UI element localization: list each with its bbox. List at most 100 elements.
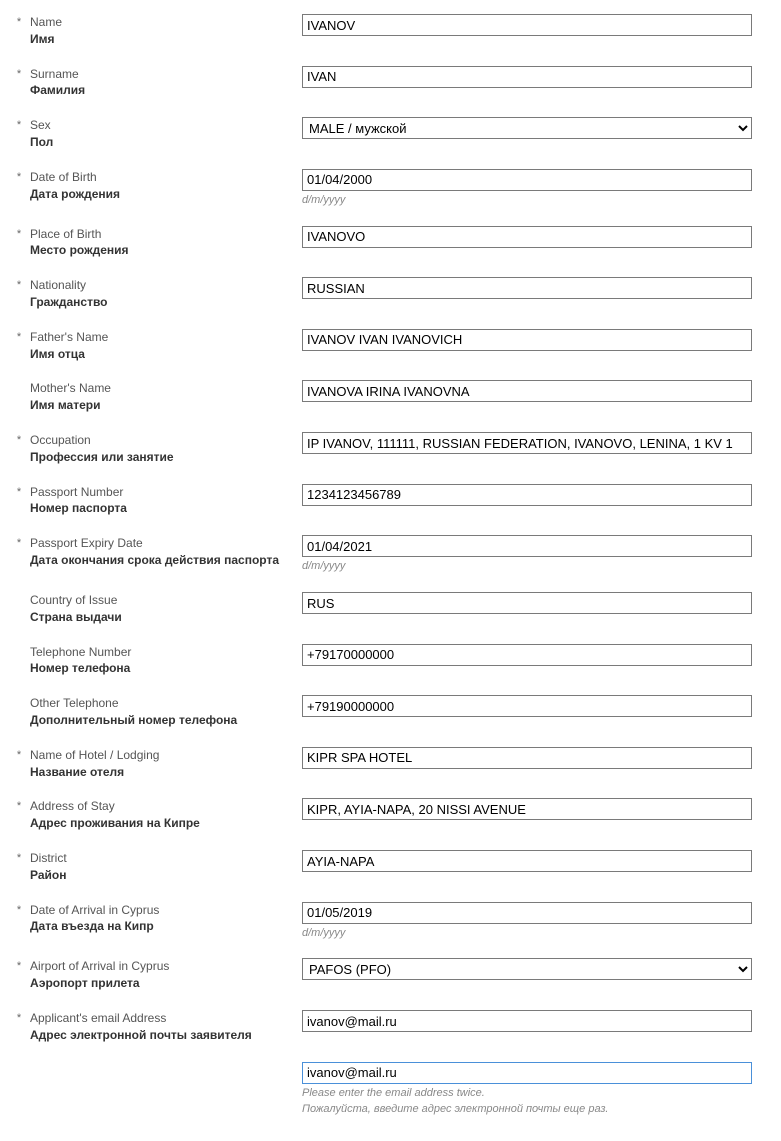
label-en: Applicant's email Address	[30, 1010, 294, 1027]
field-row-email: * Applicant's email AddressАдрес электрон…	[12, 1006, 769, 1058]
label-en: Nationality	[30, 277, 294, 294]
required-star: *	[17, 537, 21, 549]
label-en: Telephone Number	[30, 644, 294, 661]
field-row-airport: * Airport of Arrival in CyprusАэропорт пр…	[12, 954, 769, 1006]
label-en: Date of Arrival in Cyprus	[30, 902, 294, 919]
required-star: *	[17, 279, 21, 291]
field-row-telephone: Telephone NumberНомер телефона	[12, 640, 769, 692]
field-row-country_issue: Country of IssueСтрана выдачи	[12, 588, 769, 640]
hotel-input[interactable]	[302, 747, 752, 769]
hint-text: d/m/yyyy	[302, 926, 765, 941]
label-ru: Номер паспорта	[30, 500, 294, 517]
label-ru: Имя	[30, 31, 294, 48]
label-en: District	[30, 850, 294, 867]
dob-input[interactable]	[302, 169, 752, 191]
required-star: *	[17, 119, 21, 131]
field-row-passport_no: * Passport NumberНомер паспорта	[12, 480, 769, 532]
label-en: Name	[30, 14, 294, 31]
label-ru: Дата рождения	[30, 186, 294, 203]
nationality-input[interactable]	[302, 277, 752, 299]
label-ru: Место рождения	[30, 242, 294, 259]
email-confirm-input[interactable]	[302, 1062, 752, 1084]
required-star: *	[17, 68, 21, 80]
label-en: Country of Issue	[30, 592, 294, 609]
hint-email-ru: Пожалуйста, введите адрес электронной по…	[302, 1102, 765, 1117]
address_stay-input[interactable]	[302, 798, 752, 820]
name-input[interactable]	[302, 14, 752, 36]
label-ru: Номер телефона	[30, 660, 294, 677]
label-en: Address of Stay	[30, 798, 294, 815]
label-en: Other Telephone	[30, 695, 294, 712]
required-star: *	[17, 486, 21, 498]
other_phone-input[interactable]	[302, 695, 752, 717]
required-star: *	[17, 800, 21, 812]
field-row-father: * Father's NameИмя отца	[12, 325, 769, 377]
field-row-occupation: *OccupationПрофессия или занятие	[12, 428, 769, 480]
required-star: *	[17, 434, 21, 446]
father-input[interactable]	[302, 329, 752, 351]
label-en: Passport Number	[30, 484, 294, 501]
field-row-district: * DistrictРайон	[12, 846, 769, 898]
field-row-name: * NameИмя	[12, 10, 769, 62]
label-ru: Название отеля	[30, 764, 294, 781]
label-ru: Страна выдачи	[30, 609, 294, 626]
required-star: *	[17, 16, 21, 28]
label-ru: Имя матери	[30, 397, 294, 414]
country_issue-input[interactable]	[302, 592, 752, 614]
required-star: *	[17, 1012, 21, 1024]
hint-text: d/m/yyyy	[302, 193, 765, 208]
mother-input[interactable]	[302, 380, 752, 402]
label-en: Place of Birth	[30, 226, 294, 243]
label-en: Name of Hotel / Lodging	[30, 747, 294, 764]
label-en: Date of Birth	[30, 169, 294, 186]
label-ru: Адрес электронной почты заявителя	[30, 1027, 294, 1044]
required-star: *	[17, 228, 21, 240]
label-en: Mother's Name	[30, 380, 294, 397]
hint-email-en: Please enter the email address twice.	[302, 1086, 765, 1101]
occupation-input[interactable]	[302, 432, 752, 454]
label-ru: Пол	[30, 134, 294, 151]
email-input[interactable]	[302, 1010, 752, 1032]
label-en: Airport of Arrival in Cyprus	[30, 958, 294, 975]
required-star: *	[17, 960, 21, 972]
label-en: Occupation	[30, 432, 294, 449]
passport_no-input[interactable]	[302, 484, 752, 506]
pob-input[interactable]	[302, 226, 752, 248]
required-star: *	[17, 852, 21, 864]
label-ru: Дата окончания срока действия паспорта	[30, 552, 294, 569]
label-ru: Гражданство	[30, 294, 294, 311]
required-star: *	[17, 904, 21, 916]
passport_exp-input[interactable]	[302, 535, 752, 557]
hint-text: d/m/yyyy	[302, 559, 765, 574]
label-ru: Адрес проживания на Кипре	[30, 815, 294, 832]
field-row-sex: * SexПол MALE / мужской	[12, 113, 769, 165]
surname-input[interactable]	[302, 66, 752, 88]
sex-select[interactable]: MALE / мужской	[302, 117, 752, 139]
field-row-address_stay: * Address of StayАдрес проживания на Кипр…	[12, 794, 769, 846]
label-ru: Аэропорт прилета	[30, 975, 294, 992]
visa-application-form: * NameИмя * SurnameФамилия * SexПол MALE / муж…	[12, 10, 769, 1131]
label-ru: Фамилия	[30, 82, 294, 99]
label-en: Sex	[30, 117, 294, 134]
field-row-other_phone: Other TelephoneДополнительный номер теле…	[12, 691, 769, 743]
field-row-mother: Mother's NameИмя матери	[12, 376, 769, 428]
label-ru: Район	[30, 867, 294, 884]
label-ru: Имя отца	[30, 346, 294, 363]
required-star: *	[17, 331, 21, 343]
telephone-input[interactable]	[302, 644, 752, 666]
district-input[interactable]	[302, 850, 752, 872]
label-en: Father's Name	[30, 329, 294, 346]
field-row-hotel: *Name of Hotel / LodgingНазвание отеля	[12, 743, 769, 795]
label-en: Surname	[30, 66, 294, 83]
field-row-arrival_date: *Date of Arrival in CyprusДата въезда на…	[12, 898, 769, 955]
label-en: Passport Expiry Date	[30, 535, 294, 552]
airport-select[interactable]: PAFOS (PFO)	[302, 958, 752, 980]
field-row-dob: * Date of BirthДата рождения d/m/yyyy	[12, 165, 769, 222]
arrival_date-input[interactable]	[302, 902, 752, 924]
field-row-surname: * SurnameФамилия	[12, 62, 769, 114]
field-row-pob: * Place of BirthМесто рождения	[12, 222, 769, 274]
field-row-email-confirm: Please enter the email address twice.Пож…	[12, 1058, 769, 1132]
field-row-passport_exp: * Passport Expiry DateДата окончания срок…	[12, 531, 769, 588]
required-star: *	[17, 171, 21, 183]
label-ru: Дополнительный номер телефона	[30, 712, 294, 729]
